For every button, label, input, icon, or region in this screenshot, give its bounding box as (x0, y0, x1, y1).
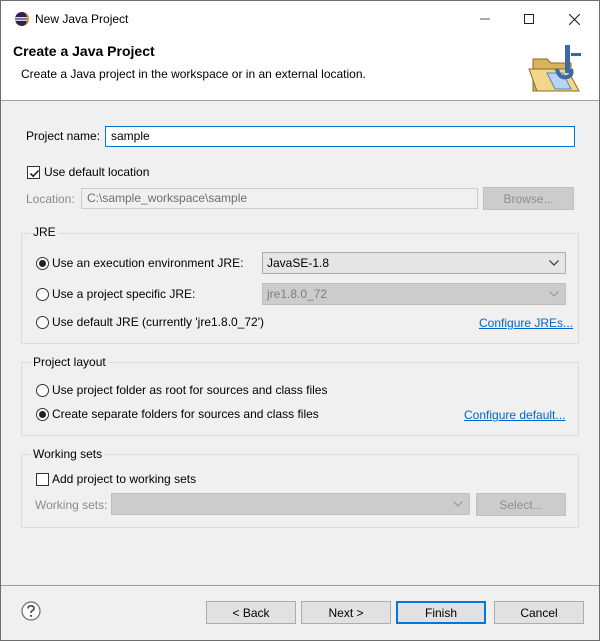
use-default-location-checkbox[interactable] (27, 166, 40, 179)
back-button[interactable]: < Back (206, 601, 296, 624)
window-title: New Java Project (35, 12, 129, 26)
execution-env-select[interactable]: JavaSE-1.8 (262, 252, 566, 274)
minimize-icon (480, 18, 490, 20)
select-working-sets-button[interactable]: Select... (476, 493, 566, 516)
cancel-button[interactable]: Cancel (494, 601, 584, 624)
location-input[interactable]: C:\sample_workspace\sample (81, 188, 478, 209)
next-button[interactable]: Next > (301, 601, 391, 624)
working-sets-group-title: Working sets (31, 447, 105, 461)
configure-jres-link[interactable]: Configure JREs... (479, 316, 573, 330)
checkmark-icon (29, 169, 40, 178)
finish-button[interactable]: Finish (396, 601, 486, 624)
jre-radio-execution-env[interactable] (36, 257, 49, 270)
minimize-button[interactable] (462, 1, 508, 37)
chevron-down-icon (453, 501, 463, 507)
page-description: Create a Java project in the workspace o… (21, 67, 366, 81)
browse-button[interactable]: Browse... (483, 187, 574, 210)
close-icon (568, 13, 580, 25)
location-label: Location: (26, 192, 75, 206)
maximize-icon (524, 14, 534, 24)
chevron-down-icon (549, 291, 559, 297)
working-sets-group (21, 454, 579, 528)
configure-default-link[interactable]: Configure default... (464, 408, 565, 422)
layout-radio-separate-folders[interactable] (36, 408, 49, 421)
chevron-down-icon (549, 260, 559, 266)
java-folder-icon (527, 43, 589, 97)
project-layout-group (21, 362, 579, 436)
project-layout-group-title: Project layout (31, 355, 108, 369)
jre-option-execution-env-label[interactable]: Use an execution environment JRE: (52, 256, 243, 270)
working-sets-label: Working sets: (35, 498, 108, 512)
project-name-label: Project name: (26, 129, 101, 143)
project-specific-jre-select[interactable]: jre1.8.0_72 (262, 283, 566, 305)
project-name-input[interactable]: sample (105, 126, 575, 147)
header-banner: Create a Java Project Create a Java proj… (1, 37, 599, 101)
help-icon[interactable] (21, 601, 41, 621)
add-to-working-sets-label[interactable]: Add project to working sets (52, 472, 196, 486)
project-specific-jre-value: jre1.8.0_72 (267, 287, 328, 301)
jre-option-default-label[interactable]: Use default JRE (currently 'jre1.8.0_72'… (52, 315, 264, 329)
close-button[interactable] (551, 1, 597, 37)
jre-group-title: JRE (31, 225, 58, 239)
add-to-working-sets-checkbox[interactable] (36, 473, 49, 486)
page-title: Create a Java Project (13, 43, 155, 59)
jre-option-project-specific-label[interactable]: Use a project specific JRE: (52, 287, 195, 301)
maximize-button[interactable] (506, 1, 552, 37)
use-default-location-label[interactable]: Use default location (44, 165, 149, 179)
title-bar[interactable]: New Java Project (1, 1, 599, 37)
jre-radio-project-specific[interactable] (36, 288, 49, 301)
execution-env-value: JavaSE-1.8 (267, 256, 330, 270)
jre-radio-default[interactable] (36, 316, 49, 329)
dialog-window: New Java Project Create a Java Project C… (0, 0, 600, 641)
working-sets-select[interactable] (111, 493, 470, 515)
footer-separator (1, 585, 599, 586)
layout-option-project-root-label[interactable]: Use project folder as root for sources a… (52, 383, 327, 397)
eclipse-icon (14, 11, 30, 27)
layout-option-separate-folders-label[interactable]: Create separate folders for sources and … (52, 407, 319, 421)
layout-radio-project-root[interactable] (36, 384, 49, 397)
